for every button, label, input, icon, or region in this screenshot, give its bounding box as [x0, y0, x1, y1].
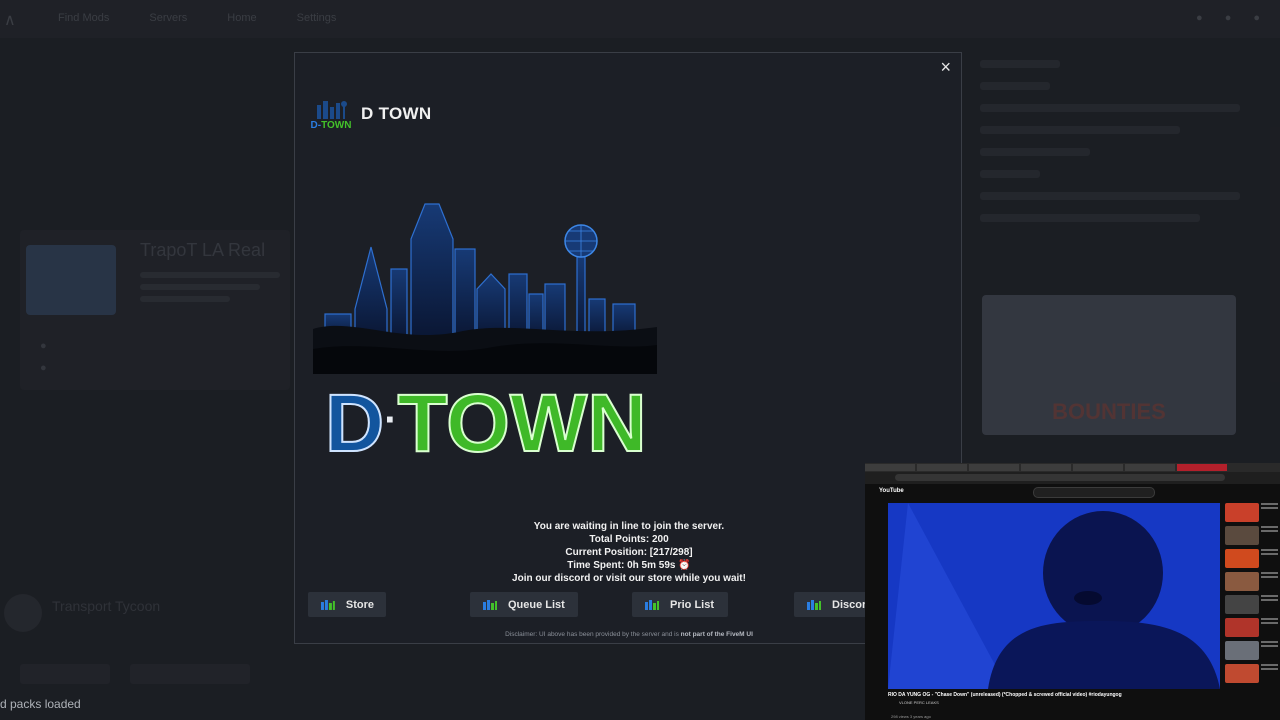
video-thumbnail	[1225, 641, 1259, 660]
server-name: D TOWN	[361, 104, 432, 123]
video-title: RIO DA YUNG OG - "Chase Down" (unrelease…	[888, 692, 1122, 698]
video-thumbnail	[1225, 595, 1259, 614]
queue-status: You are waiting in line to join the serv…	[295, 520, 961, 585]
recommended-video[interactable]	[1225, 641, 1280, 660]
youtube-search-input[interactable]	[1033, 487, 1155, 498]
browser-tab[interactable]	[1021, 464, 1071, 471]
disclaimer-text: Disclaimer: UI above has been provided b…	[505, 631, 681, 638]
ui-disclaimer: Disclaimer: UI above has been provided b…	[295, 631, 961, 638]
dtown-hero-text: D·TOWN	[325, 378, 647, 469]
video-thumbnail	[1225, 526, 1259, 545]
browser-tab[interactable]	[1073, 464, 1123, 471]
server-logo-icon	[320, 600, 335, 610]
video-thumbnail	[1225, 503, 1259, 522]
recommended-video[interactable]	[1225, 664, 1280, 683]
dtown-skyline-logo: D·TOWN	[313, 203, 657, 469]
prio-list-button-label: Prio List	[670, 598, 715, 611]
video-thumbnail	[1225, 618, 1259, 637]
store-button-label: Store	[345, 598, 374, 611]
recommended-video[interactable]	[1225, 549, 1280, 568]
queue-time-spent: Time Spent: 0h 5m 59s ⏰	[567, 560, 691, 571]
queue-list-button[interactable]: Queue List	[470, 592, 578, 617]
video-thumbnail	[1225, 572, 1259, 591]
server-logo-icon	[483, 600, 497, 610]
video-views: 298 views 3 years ago	[891, 714, 931, 719]
svg-text:D-TOWN: D-TOWN	[311, 120, 351, 131]
browser-tab[interactable]	[917, 464, 967, 471]
browser-tab-active[interactable]	[1177, 464, 1227, 471]
queue-current-position: Current Position: [217/298]	[565, 547, 693, 558]
disclaimer-bold-text: not part of the FiveM UI	[680, 631, 753, 638]
video-thumbnail	[1225, 664, 1259, 683]
queue-list-button-label: Queue List	[508, 598, 565, 611]
youtube-header: YouTube	[865, 485, 1280, 499]
server-brand: D-TOWN D TOWN	[311, 97, 431, 131]
video-player[interactable]	[888, 503, 1220, 689]
server-queue-modal: × D-TOWN D TOWN D·TOWN You are waiting i…	[294, 52, 962, 644]
youtube-logo[interactable]: YouTube	[879, 488, 904, 494]
queue-total-points: Total Points: 200	[589, 534, 669, 545]
video-thumbnail	[1225, 549, 1259, 568]
recommended-videos	[1225, 503, 1280, 687]
server-logo-icon	[807, 600, 821, 610]
queue-waiting-text: You are waiting in line to join the serv…	[533, 521, 725, 532]
server-logo-icon	[645, 600, 659, 610]
recommended-video[interactable]	[1225, 595, 1280, 614]
store-button[interactable]: Store	[308, 592, 386, 617]
video-overlay: YouTube RIO DA YUNG OG - "Chase Down" (u…	[865, 463, 1280, 720]
prio-list-button[interactable]: Prio List	[632, 592, 728, 617]
url-field[interactable]	[895, 474, 1225, 481]
browser-tabs	[865, 463, 1280, 472]
recommended-video[interactable]	[1225, 503, 1280, 522]
server-logo-icon: D-TOWN	[311, 101, 351, 131]
browser-tab[interactable]	[1125, 464, 1175, 471]
recommended-video[interactable]	[1225, 618, 1280, 637]
queue-join-prompt: Join our discord or visit our store whil…	[512, 573, 746, 584]
browser-tab[interactable]	[969, 464, 1019, 471]
status-text: d packs loaded	[0, 697, 81, 711]
browser-address-bar	[865, 472, 1280, 484]
recommended-video[interactable]	[1225, 572, 1280, 591]
channel-name[interactable]: VLONE PERC LEAKS	[899, 700, 939, 705]
close-icon[interactable]: ×	[940, 58, 951, 76]
browser-tab[interactable]	[865, 464, 915, 471]
recommended-video[interactable]	[1225, 526, 1280, 545]
video-frame	[888, 503, 1220, 689]
